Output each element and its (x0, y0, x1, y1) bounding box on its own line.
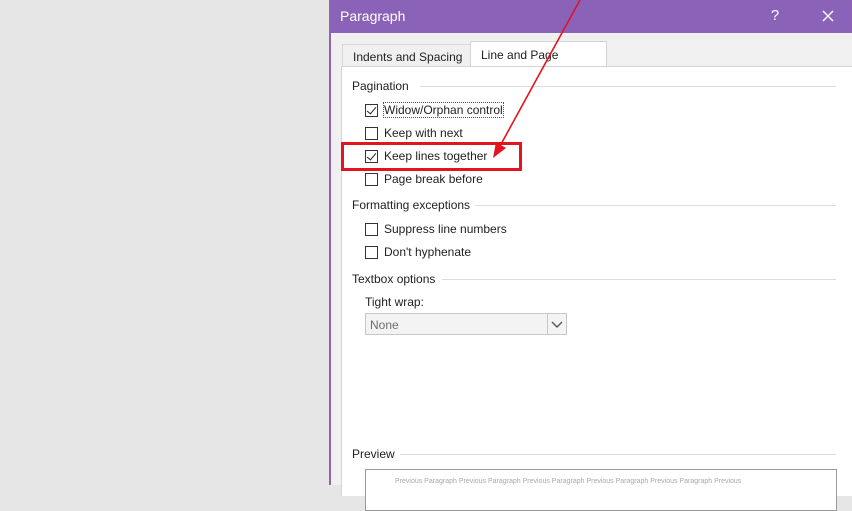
annotation-arrow (493, 0, 581, 158)
